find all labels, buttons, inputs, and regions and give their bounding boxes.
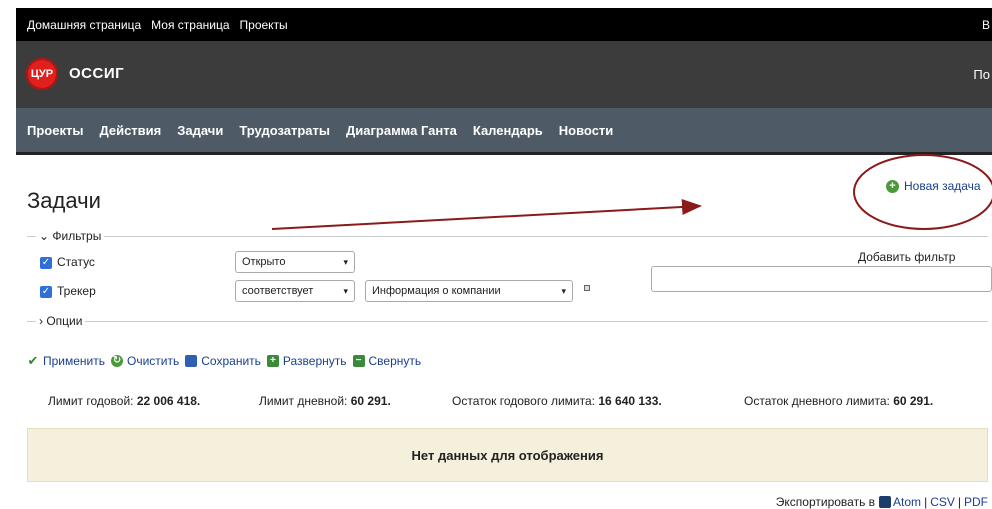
tracker-operator-value: соответствует (242, 285, 314, 297)
export-label: Экспортировать в (775, 495, 876, 509)
add-filter-label: Добавить фильтр (858, 250, 956, 264)
chevron-right-icon: › (39, 314, 43, 328)
status-operator-value: Открыто (242, 256, 286, 268)
daily-remaining-value: 60 291. (893, 394, 934, 408)
tracker-value-select[interactable]: Информация о компании ▾ (365, 280, 573, 302)
collapse-icon: − (352, 355, 365, 367)
options-legend[interactable]: › Опции (36, 314, 86, 328)
new-issue-label: Новая задача (904, 179, 981, 193)
main-menu: Проекты Действия Задачи Трудозатраты Диа… (16, 108, 992, 155)
annual-remaining-label: Остаток годового лимита: (452, 394, 595, 408)
annual-limit-value: 22 006 418. (136, 394, 201, 408)
separator: | (957, 495, 961, 509)
chevron-down-icon: ⌄ (39, 229, 50, 243)
apply-label: Применить (43, 354, 106, 368)
tab-calendar[interactable]: Календарь (473, 123, 543, 138)
daily-remaining-label: Остаток дневного лимита: (744, 394, 890, 408)
chevron-down-icon: ▾ (343, 286, 348, 296)
expand-label: Развернуть (282, 354, 347, 368)
top-menu: Домашняя страница Моя страница Проекты В (16, 8, 992, 41)
options-legend-text: Опции (46, 314, 83, 328)
tab-gantt[interactable]: Диаграмма Ганта (346, 123, 457, 138)
logo-text: ЦУР (30, 68, 54, 80)
tracker-operator-select[interactable]: соответствует ▾ (235, 280, 355, 302)
save-label: Сохранить (201, 354, 261, 368)
project-logo-icon: ЦУР (26, 58, 58, 90)
save-icon (185, 355, 198, 367)
export-csv-link[interactable]: CSV (930, 495, 955, 509)
header-search-label: По (973, 67, 990, 82)
feed-icon (879, 496, 892, 508)
annotation-arrow (271, 198, 702, 230)
expand-button[interactable]: + Развернуть (266, 354, 347, 368)
daily-remaining: Остаток дневного лимита: 60 291. (744, 394, 933, 408)
export-atom-link[interactable]: Atom (893, 495, 921, 509)
tracker-filter-label: Трекер (57, 284, 96, 298)
status-checkbox[interactable]: ✓ (40, 257, 52, 269)
new-issue-link[interactable]: + Новая задача (886, 179, 981, 193)
tab-news[interactable]: Новости (559, 123, 614, 138)
tracker-value-text: Информация о компании (372, 285, 501, 297)
top-menu-my-page[interactable]: Моя страница (151, 18, 229, 32)
chevron-down-icon: ▾ (561, 286, 566, 296)
save-button[interactable]: Сохранить (185, 354, 261, 368)
tab-projects[interactable]: Проекты (27, 123, 83, 138)
reload-icon: ↻ (111, 355, 124, 367)
collapse-label: Свернуть (368, 354, 422, 368)
checkmark-icon: ✔ (27, 353, 39, 368)
tab-activity[interactable]: Действия (99, 123, 161, 138)
status-filter-label: Статус (57, 255, 95, 269)
export-pdf-link[interactable]: PDF (964, 495, 988, 509)
collapse-button[interactable]: − Свернуть (352, 354, 422, 368)
separator: | (924, 495, 928, 509)
export-links: Экспортировать в Atom | CSV | PDF (776, 495, 988, 509)
top-menu-projects[interactable]: Проекты (240, 18, 288, 32)
project-name: ОССИГ (69, 65, 125, 82)
add-filter-select[interactable] (651, 266, 992, 292)
daily-limit-label: Лимит дневной: (259, 394, 348, 408)
daily-limit-value: 60 291. (350, 394, 391, 408)
query-actions: ✔ Применить ↻ Очистить Сохранить + Разве… (27, 354, 427, 368)
add-icon: + (886, 179, 899, 193)
options-divider (27, 321, 988, 322)
page-title: Задачи (27, 188, 101, 213)
tab-issues[interactable]: Задачи (177, 123, 223, 138)
daily-limit: Лимит дневной: 60 291. (259, 394, 391, 408)
filters-legend-text: Фильтры (52, 229, 102, 243)
filters-legend[interactable]: ⌄ Фильтры (36, 229, 105, 243)
apply-button[interactable]: ✔ Применить (27, 354, 105, 368)
tracker-checkbox[interactable]: ✓ (40, 286, 52, 298)
top-menu-right-link[interactable]: В (982, 18, 990, 32)
annual-remaining: Остаток годового лимита: 16 640 133. (452, 394, 662, 408)
clear-button[interactable]: ↻ Очистить (111, 354, 179, 368)
toggle-multiselect-icon[interactable] (584, 285, 590, 291)
header: ЦУР ОССИГ По (16, 41, 992, 108)
status-operator-select[interactable]: Открыто ▾ (235, 251, 355, 273)
top-menu-home[interactable]: Домашняя страница (27, 18, 141, 32)
annual-limit-label: Лимит годовой: (48, 394, 134, 408)
expand-icon: + (266, 355, 279, 367)
filters-divider (27, 236, 988, 237)
tab-time-entries[interactable]: Трудозатраты (239, 123, 330, 138)
annual-remaining-value: 16 640 133. (598, 394, 662, 408)
nodata-message: Нет данных для отображения (27, 428, 988, 482)
clear-label: Очистить (127, 354, 180, 368)
annual-limit: Лимит годовой: 22 006 418. (48, 394, 200, 408)
chevron-down-icon: ▾ (343, 257, 348, 267)
